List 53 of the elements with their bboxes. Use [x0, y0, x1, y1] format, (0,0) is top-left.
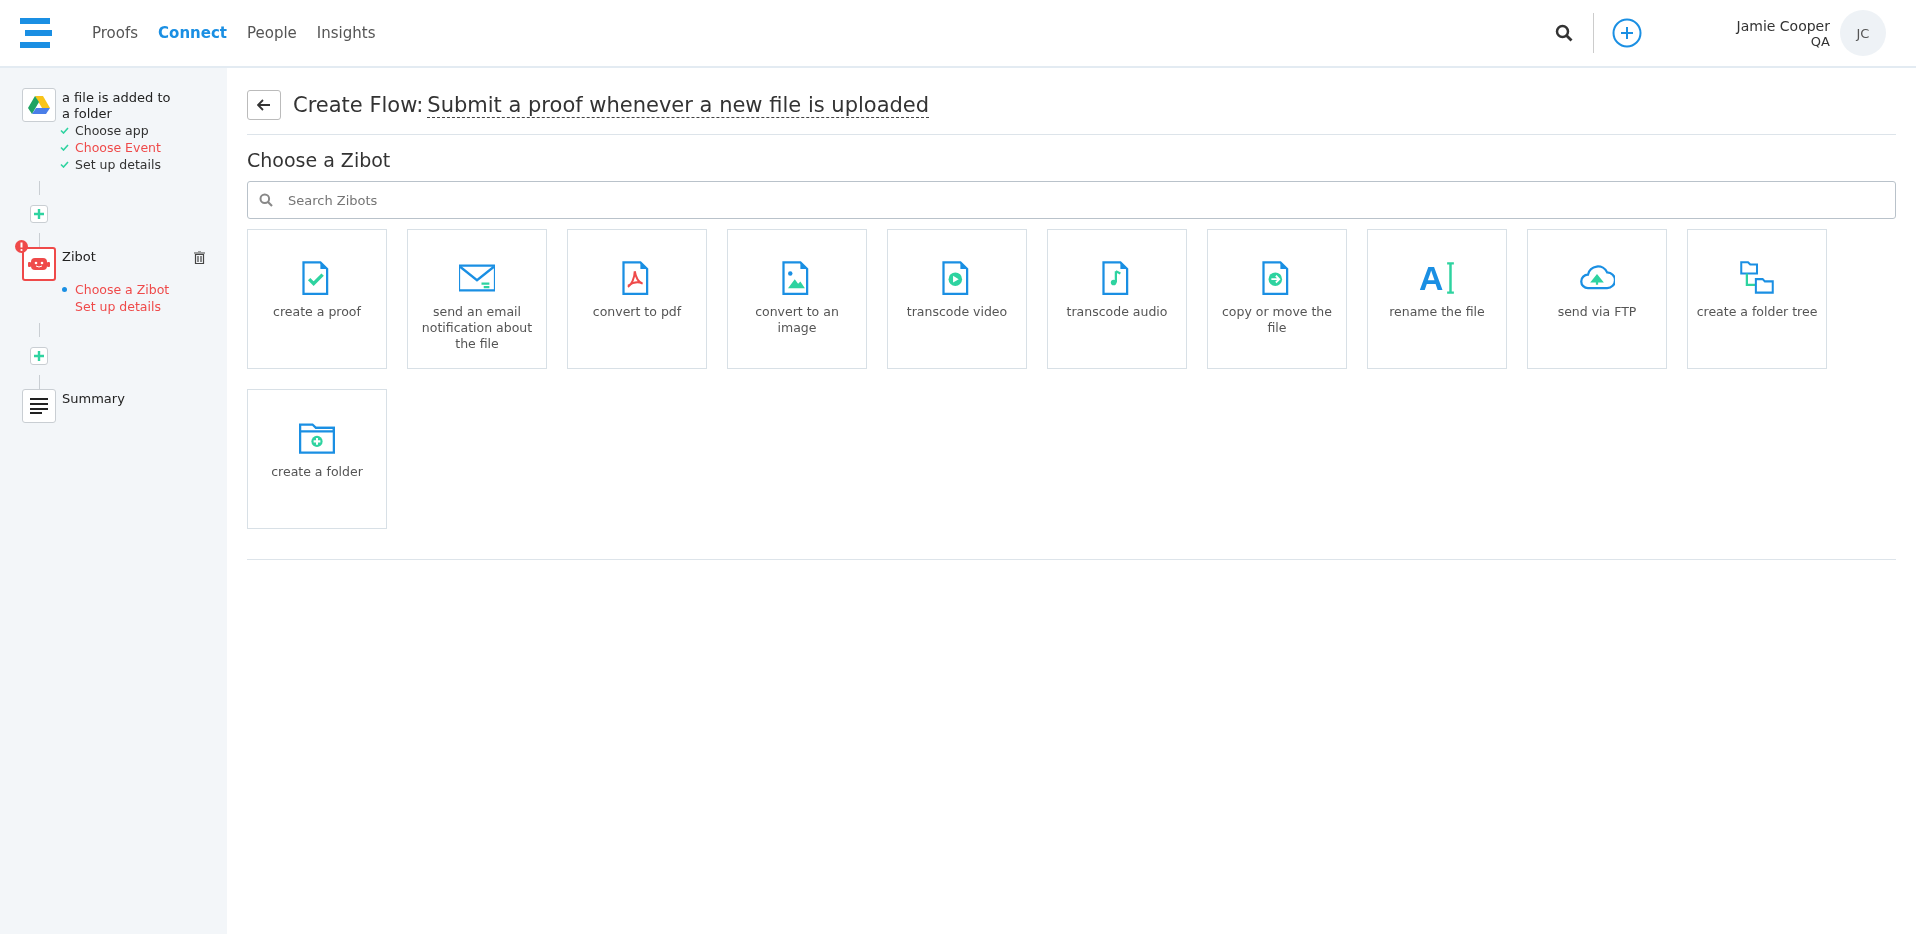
zibot-label: rename the file	[1389, 304, 1485, 320]
text-lines-icon	[29, 397, 49, 415]
zibot-card[interactable]: send via FTP	[1527, 229, 1667, 369]
folder-tree-icon	[1739, 260, 1775, 296]
user-name: Jamie Cooper	[1736, 17, 1830, 34]
step-icon-box[interactable]	[22, 389, 56, 423]
zibot-label: transcode audio	[1066, 304, 1168, 320]
trash-icon[interactable]	[194, 251, 205, 264]
user-role: QA	[1810, 33, 1830, 49]
add-circle-icon[interactable]	[1611, 18, 1642, 48]
zibot-card[interactable]: create a folder	[247, 389, 387, 529]
search-icon	[259, 193, 273, 207]
zibot-card[interactable]: convert to pdf	[567, 229, 707, 369]
zibot-card[interactable]: transcode audio	[1047, 229, 1187, 369]
user-avatar[interactable]: JC	[1840, 10, 1886, 56]
step-title[interactable]: a file is added to a folder	[62, 88, 174, 122]
zibot-card[interactable]: transcode video	[887, 229, 1027, 369]
zibot-label: transcode video	[906, 304, 1008, 320]
zibot-card[interactable]: convert to an image	[727, 229, 867, 369]
robot-icon	[28, 256, 50, 272]
error-icon	[15, 240, 28, 253]
back-arrow-icon	[257, 99, 271, 111]
page-title: Create Flow:	[293, 93, 424, 117]
zibot-label: create a folder	[271, 464, 363, 480]
zibot-card[interactable]: send an email notification about the file	[407, 229, 547, 369]
step-title[interactable]: Summary	[62, 389, 174, 423]
step-title[interactable]: Zibot	[62, 247, 174, 281]
nav-tab[interactable]: Insights	[316, 24, 376, 42]
zibot-card[interactable]: create a folder tree	[1687, 229, 1827, 369]
zibot-label: create a folder tree	[1696, 304, 1818, 320]
flow-name-field[interactable]: Submit a proof whenever a new file is uploaded	[427, 92, 930, 118]
nav-tab[interactable]: Proofs	[92, 24, 139, 42]
zibot-card[interactable]: A rename the file	[1367, 229, 1507, 369]
nav-tab[interactable]: People	[247, 24, 297, 42]
search-icon[interactable]	[1554, 24, 1573, 42]
plus-icon	[34, 209, 44, 219]
substep-label[interactable]: Set up details	[60, 156, 227, 173]
zibot-label: create a proof	[273, 304, 361, 320]
back-button[interactable]	[247, 90, 281, 120]
folder-plus-icon	[299, 420, 335, 456]
search-field[interactable]: Search Zibots	[247, 181, 1896, 219]
zibot-label: send via FTP	[1557, 304, 1637, 320]
zibot-label: convert to an image	[754, 304, 840, 336]
triangle-logo-icon	[28, 95, 50, 115]
zibot-card[interactable]: create a proof	[247, 229, 387, 369]
zibot-label: copy or move the file	[1221, 304, 1333, 336]
section-title: Choose a Zibot	[247, 149, 392, 171]
plus-icon	[34, 351, 44, 361]
substep-label[interactable]: Choose app	[60, 122, 227, 139]
zibot-label: convert to pdf	[592, 304, 682, 320]
zibot-card[interactable]: copy or move the file	[1207, 229, 1347, 369]
zibot-label: send an email notification about the file	[420, 304, 534, 352]
app-logo-icon[interactable]	[20, 18, 52, 48]
